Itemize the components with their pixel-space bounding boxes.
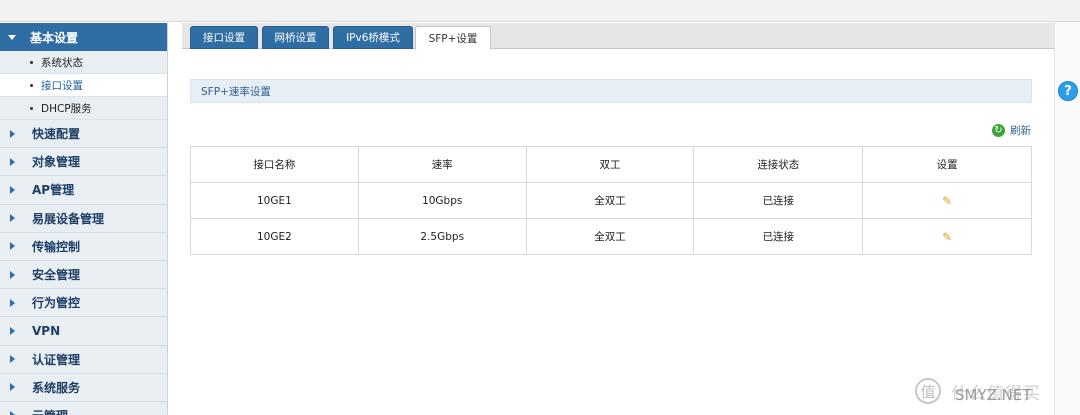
sidebar: 基本设置 系统状态 接口设置 DHCP服务 快速配置 对象管理 AP管理 易展设… [0, 23, 168, 415]
sidebar-subitem-label: 接口设置 [41, 79, 83, 92]
watermark-domain: SMYZ.NET [955, 386, 1032, 404]
caret-right-icon [10, 185, 15, 194]
tab-interface-settings[interactable]: 接口设置 [190, 26, 258, 49]
caret-right-icon [10, 383, 15, 392]
cell-name: 10GE2 [190, 218, 359, 255]
column-header-name: 接口名称 [190, 146, 359, 183]
cell-duplex: 全双工 [525, 218, 695, 255]
column-header-status: 连接状态 [693, 146, 864, 183]
edit-pencil-icon[interactable]: ✎ [942, 194, 952, 208]
sidebar-item-auth-management[interactable]: 认证管理 [0, 346, 167, 374]
watermark-logo-icon: 值 [915, 378, 941, 404]
sidebar-section-label: 基本设置 [30, 30, 79, 45]
sidebar-item-device-management[interactable]: 易展设备管理 [0, 205, 167, 233]
sidebar-item-ap-management[interactable]: AP管理 [0, 176, 167, 205]
sidebar-section-basic-settings[interactable]: 基本设置 [0, 23, 167, 51]
table-header-row: 接口名称 速率 双工 连接状态 设置 [190, 146, 1032, 183]
sidebar-item-security[interactable]: 安全管理 [0, 261, 167, 290]
sidebar-item-label: 对象管理 [32, 155, 81, 170]
sidebar-item-label: 系统服务 [32, 380, 81, 395]
bullet-icon [30, 60, 33, 64]
cell-status: 已连接 [693, 218, 864, 255]
sidebar-subitem-system-status[interactable]: 系统状态 [0, 51, 167, 74]
sidebar-subitem-dhcp[interactable]: DHCP服务 [0, 97, 167, 120]
table-row: 10GE2 2.5Gbps 全双工 已连接 ✎ [190, 218, 1032, 255]
refresh-icon: ↻ [992, 123, 1005, 137]
caret-right-icon [10, 298, 15, 307]
cell-duplex: 全双工 [525, 182, 695, 219]
sidebar-item-label: VPN [32, 323, 61, 338]
caret-right-icon [10, 326, 15, 335]
sidebar-item-label: AP管理 [32, 183, 75, 198]
top-bar [0, 0, 1080, 22]
caret-right-icon [10, 411, 15, 415]
cell-name: 10GE1 [190, 182, 359, 219]
help-icon[interactable]: ? [1058, 81, 1078, 101]
caret-right-icon [10, 214, 15, 223]
bullet-icon [30, 106, 33, 110]
sidebar-subitem-label: 系统状态 [41, 56, 83, 69]
table-row: 10GE1 10Gbps 全双工 已连接 ✎ [190, 182, 1032, 219]
sidebar-item-quick-config[interactable]: 快速配置 [0, 120, 167, 149]
sidebar-item-transmission-control[interactable]: 传输控制 [0, 233, 167, 261]
sidebar-subitem-interface-settings[interactable]: 接口设置 [0, 74, 167, 97]
sidebar-subitem-label: DHCP服务 [41, 102, 92, 115]
caret-right-icon [10, 129, 15, 138]
sidebar-item-system-services[interactable]: 系统服务 [0, 374, 167, 402]
refresh-label: 刷新 [1010, 124, 1031, 137]
sidebar-item-object-management[interactable]: 对象管理 [0, 148, 167, 177]
sidebar-item-cloud-management[interactable]: 云管理 [0, 402, 167, 415]
caret-right-icon [10, 242, 15, 251]
tab-bridge-settings[interactable]: 网桥设置 [262, 26, 329, 49]
cell-rate: 2.5Gbps [357, 218, 527, 255]
section-title: SFP+速率设置 [190, 79, 1032, 103]
tab-ipv6-bridge[interactable]: IPv6桥模式 [333, 26, 413, 49]
bullet-icon [30, 83, 33, 87]
cell-settings: ✎ [862, 218, 1032, 255]
column-header-duplex: 双工 [525, 146, 695, 183]
sidebar-item-label: 认证管理 [32, 352, 81, 367]
sidebar-item-label: 易展设备管理 [32, 211, 105, 226]
sfp-table: 接口名称 速率 双工 连接状态 设置 10GE1 10Gbps 全双工 已连接 … [190, 146, 1032, 255]
sidebar-item-label: 行为管控 [32, 296, 81, 311]
cell-rate: 10Gbps [357, 182, 527, 219]
refresh-button[interactable]: ↻ 刷新 [992, 123, 1031, 137]
caret-right-icon [10, 270, 15, 279]
caret-right-icon [10, 157, 15, 166]
cell-status: 已连接 [693, 182, 864, 219]
caret-down-icon [8, 34, 16, 40]
section-title-text: SFP+速率设置 [201, 85, 271, 98]
caret-right-icon [10, 355, 15, 364]
sidebar-item-label: 传输控制 [32, 239, 81, 254]
tab-sfp-settings[interactable]: SFP+设置 [415, 26, 491, 50]
cell-settings: ✎ [862, 182, 1032, 219]
sidebar-item-vpn[interactable]: VPN [0, 317, 167, 346]
sidebar-item-label: 云管理 [32, 407, 68, 415]
watermark: 值 什么值得买 SMYZ.NET [915, 372, 1075, 410]
column-header-settings: 设置 [862, 146, 1032, 183]
edit-pencil-icon[interactable]: ✎ [942, 230, 952, 244]
sidebar-item-label: 安全管理 [32, 268, 81, 283]
column-header-rate: 速率 [357, 146, 527, 183]
sidebar-item-behavior-control[interactable]: 行为管控 [0, 289, 167, 318]
sidebar-item-label: 快速配置 [32, 127, 81, 142]
tab-bar: 接口设置 网桥设置 IPv6桥模式 SFP+设置 [182, 23, 1054, 50]
